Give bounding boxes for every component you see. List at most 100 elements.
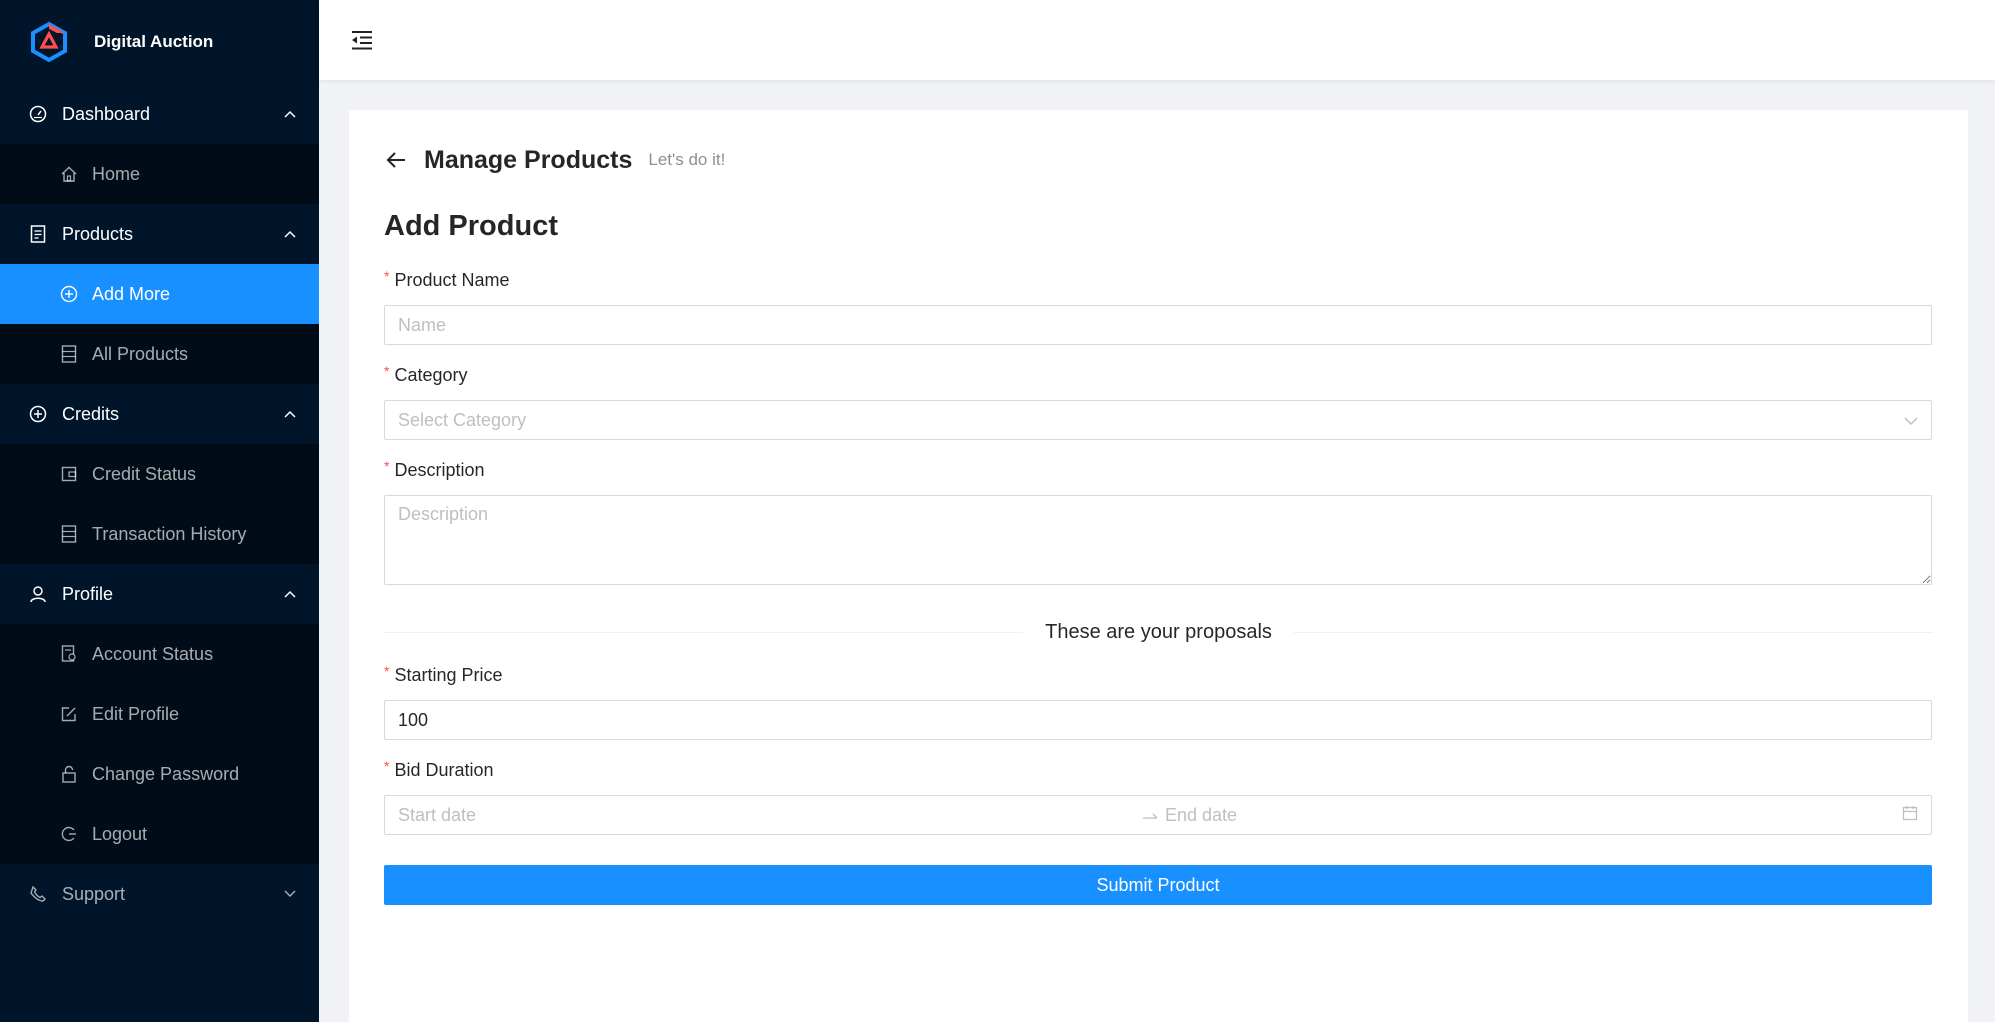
menu-dashboard[interactable]: Dashboard xyxy=(0,84,319,144)
menu-fold-icon[interactable] xyxy=(349,27,375,53)
menu-group-products: Products Add More All Products xyxy=(0,204,319,384)
submenu-dashboard: Home xyxy=(0,144,319,204)
sidebar-item-all-products[interactable]: All Products xyxy=(0,324,319,384)
arrow-left-icon[interactable] xyxy=(384,148,408,172)
menu-profile[interactable]: Profile xyxy=(0,564,319,624)
menu-support-label: Support xyxy=(62,883,126,904)
menu-profile-label: Profile xyxy=(62,583,114,604)
list-icon xyxy=(60,525,78,543)
list-icon xyxy=(60,345,78,363)
file-icon xyxy=(28,224,48,244)
plus-circle-icon xyxy=(60,285,78,303)
sidebar: Digital Auction Dashboard Home Products … xyxy=(0,0,319,1022)
menu-products-label: Products xyxy=(62,223,134,244)
field-product-name: * Product Name xyxy=(384,266,1933,345)
user-icon xyxy=(28,584,48,604)
description-label-text: Description xyxy=(394,459,485,480)
submenu-profile: Account Status Edit Profile Change Passw… xyxy=(0,624,319,864)
category-label-text: Category xyxy=(394,364,468,385)
sidebar-item-transaction-history-label: Transaction History xyxy=(92,523,247,544)
chevron-down-icon xyxy=(1904,410,1918,431)
top-header xyxy=(319,0,1995,80)
bid-duration-range-picker[interactable]: Start date End date xyxy=(384,795,1932,835)
sidebar-item-transaction-history[interactable]: Transaction History xyxy=(0,504,319,564)
sidebar-item-credit-status-label: Credit Status xyxy=(92,463,197,484)
end-date-input[interactable]: End date xyxy=(1165,805,1902,826)
menu-group-dashboard: Dashboard Home xyxy=(0,84,319,204)
phone-icon xyxy=(28,884,48,904)
divider-text: These are your proposals xyxy=(1045,620,1272,643)
divider-line-left xyxy=(384,631,1024,633)
category-select[interactable]: Select Category xyxy=(384,400,1932,440)
sidebar-item-home-label: Home xyxy=(92,163,141,184)
menu-dashboard-label: Dashboard xyxy=(62,103,151,124)
required-mark: * xyxy=(384,663,390,679)
content-card: Manage Products Let's do it! Add Product… xyxy=(349,110,1968,1022)
sidebar-item-logout-label: Logout xyxy=(92,823,148,844)
hexagon-logo-icon xyxy=(28,21,70,63)
required-mark: * xyxy=(384,458,390,474)
product-name-label-text: Product Name xyxy=(394,269,510,290)
calendar-icon xyxy=(1902,805,1918,826)
page-subtitle: Let's do it! xyxy=(648,150,726,169)
description-label: * Description xyxy=(384,456,1933,484)
page-header: Manage Products Let's do it! xyxy=(384,110,1933,200)
chevron-up-icon xyxy=(283,587,297,601)
description-textarea[interactable] xyxy=(384,495,1932,585)
brand-title: Digital Auction xyxy=(94,32,214,51)
starting-price-input[interactable] xyxy=(384,700,1932,740)
category-label: * Category xyxy=(384,361,1933,389)
lock-icon xyxy=(60,765,78,783)
dashboard-icon xyxy=(28,104,48,124)
required-mark: * xyxy=(384,758,390,774)
menu-support[interactable]: Support xyxy=(0,864,319,924)
submenu-credits: Credit Status Transaction History xyxy=(0,444,319,564)
swap-right-icon xyxy=(1135,810,1165,820)
menu-credits[interactable]: Credits xyxy=(0,384,319,444)
bid-duration-label-text: Bid Duration xyxy=(394,759,494,780)
sidebar-item-home[interactable]: Home xyxy=(0,144,319,204)
proposals-divider: These are your proposals xyxy=(384,619,1934,645)
field-description: * Description xyxy=(384,456,1933,585)
audit-icon xyxy=(60,645,78,663)
sidebar-item-edit-profile-label: Edit Profile xyxy=(92,703,180,724)
field-category: * Category Select Category xyxy=(384,361,1933,440)
sidebar-item-all-products-label: All Products xyxy=(92,343,189,364)
starting-price-label-text: Starting Price xyxy=(394,664,503,685)
sidebar-item-credit-status[interactable]: Credit Status xyxy=(0,444,319,504)
chevron-up-icon xyxy=(283,107,297,121)
starting-price-label: * Starting Price xyxy=(384,661,1933,689)
sidebar-item-account-status[interactable]: Account Status xyxy=(0,624,319,684)
field-starting-price: * Starting Price xyxy=(384,661,1933,740)
brand[interactable]: Digital Auction xyxy=(0,0,319,84)
page-title: Manage Products xyxy=(424,145,633,174)
sidebar-item-logout[interactable]: Logout xyxy=(0,804,319,864)
submit-product-button[interactable]: Submit Product xyxy=(384,865,1932,905)
sidebar-item-change-password[interactable]: Change Password xyxy=(0,744,319,804)
product-name-input[interactable] xyxy=(384,305,1932,345)
required-mark: * xyxy=(384,268,390,284)
start-date-input[interactable]: Start date xyxy=(398,805,1135,826)
submenu-products: Add More All Products xyxy=(0,264,319,384)
plus-circle-icon xyxy=(28,404,48,424)
edit-icon xyxy=(60,705,78,723)
menu-credits-label: Credits xyxy=(62,403,120,424)
sidebar-item-change-password-label: Change Password xyxy=(92,763,240,784)
menu-group-profile: Profile Account Status Edit Profile Chan… xyxy=(0,564,319,864)
menu-group-credits: Credits Credit Status Transaction Histor… xyxy=(0,384,319,564)
wallet-icon xyxy=(60,465,78,483)
sidebar-item-add-more-label: Add More xyxy=(92,283,171,304)
field-bid-duration: * Bid Duration Start date End date xyxy=(384,756,1933,835)
chevron-up-icon xyxy=(283,407,297,421)
sidebar-item-edit-profile[interactable]: Edit Profile xyxy=(0,684,319,744)
menu-products[interactable]: Products xyxy=(0,204,319,264)
chevron-down-icon xyxy=(283,887,297,901)
divider-line-right xyxy=(1293,631,1934,633)
sidebar-item-add-more[interactable]: Add More xyxy=(0,264,319,324)
category-select-placeholder: Select Category xyxy=(398,409,527,430)
required-mark: * xyxy=(384,363,390,379)
form-title: Add Product xyxy=(384,210,558,242)
product-name-label: * Product Name xyxy=(384,266,1933,294)
logout-icon xyxy=(60,825,78,843)
home-icon xyxy=(60,165,78,183)
